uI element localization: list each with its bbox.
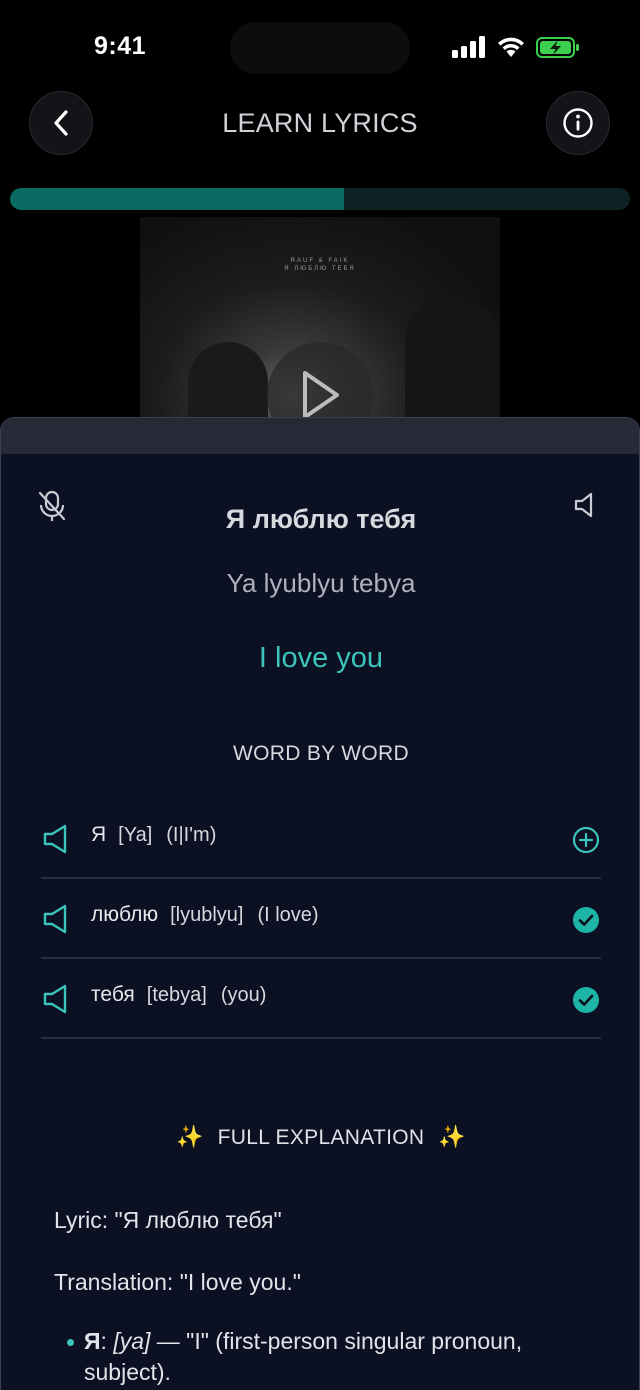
full-explanation-title: ✨ FULL EXPLANATION ✨: [1, 1124, 639, 1150]
word-original: тебя: [91, 983, 135, 1006]
word-by-word-title: WORD BY WORD: [233, 742, 409, 765]
word-transliteration: [Ya]: [118, 824, 153, 846]
word-transliteration: [lyublyu]: [170, 904, 244, 926]
word-entry: Я [Ya] (I|I'm): [91, 823, 216, 847]
play-button[interactable]: [267, 342, 373, 427]
word-original: люблю: [91, 903, 159, 926]
full-explanation-label: FULL EXPLANATION: [217, 1126, 425, 1149]
explanation-bullet: Я: [ya] — "I" (first-person singular pro…: [67, 1326, 607, 1388]
status-bar: 9:41: [0, 0, 640, 96]
battery-charging-icon: [536, 37, 579, 58]
bullet-text: Я: [ya] — "I" (first-person singular pro…: [84, 1328, 523, 1385]
check-circle-icon[interactable]: [572, 986, 600, 1014]
bullet-pronunciation: [ya]: [113, 1328, 151, 1354]
play-icon: [303, 371, 339, 419]
page-title: LEARN LYRICS: [222, 108, 418, 138]
explanation-lyric-line: Lyric: "Я люблю тебя": [54, 1207, 282, 1233]
lesson-progress-fill: [10, 188, 345, 210]
word-entry: люблю [lyublyu] (I love): [91, 903, 319, 927]
lesson-progress-bar: [10, 188, 630, 210]
word-meaning: (I love): [257, 904, 319, 926]
sheet-handle-bar[interactable]: [1, 418, 639, 454]
sparkles-icon: ✨: [175, 1124, 204, 1149]
lyric-translation: I love you: [258, 642, 384, 674]
bullet-description: — "I" (first-person singular pronoun, su…: [84, 1328, 523, 1385]
bullet-dot: [67, 1339, 74, 1346]
album-figure-right: [405, 297, 500, 427]
check-circle-icon[interactable]: [572, 906, 600, 934]
info-icon: [563, 108, 593, 138]
word-row[interactable]: Я [Ya] (I|I'm): [41, 799, 601, 879]
album-cover-text: RAUF & FAIK Я ЛЮБЛЮ ТЕБЯ: [284, 258, 356, 272]
word-entry: тебя [tebya] (you): [91, 983, 266, 1007]
word-speaker-icon[interactable]: [43, 903, 69, 935]
word-speaker-icon[interactable]: [43, 823, 69, 855]
signal-icon: [452, 36, 485, 58]
explanation-translation-line: Translation: "I love you.": [54, 1269, 301, 1295]
lyric-transliteration: Ya lyublyu tebya: [226, 568, 416, 598]
album-cover: RAUF & FAIK Я ЛЮБЛЮ ТЕБЯ: [140, 217, 500, 427]
status-time: 9:41: [94, 32, 147, 60]
lyric-original: Я люблю тебя: [225, 504, 417, 534]
word-original: Я: [91, 823, 107, 846]
word-meaning: (you): [220, 984, 267, 1006]
bullet-term: Я: [84, 1328, 101, 1354]
word-row[interactable]: тебя [tebya] (you): [41, 959, 601, 1039]
info-button[interactable]: [546, 91, 610, 155]
word-transliteration: [tebya]: [146, 984, 207, 1006]
album-figure-left: [188, 342, 268, 427]
lyric-detail-sheet: Я люблю тебя Ya lyublyu tebya I love you…: [0, 417, 640, 1390]
add-word-icon[interactable]: [572, 826, 600, 854]
word-speaker-icon[interactable]: [43, 983, 69, 1015]
word-meaning: (I|I'm): [166, 824, 217, 846]
dynamic-island: [230, 22, 410, 74]
word-row[interactable]: люблю [lyublyu] (I love): [41, 879, 601, 959]
sparkles-icon: ✨: [438, 1124, 467, 1149]
wifi-icon: [498, 37, 524, 57]
